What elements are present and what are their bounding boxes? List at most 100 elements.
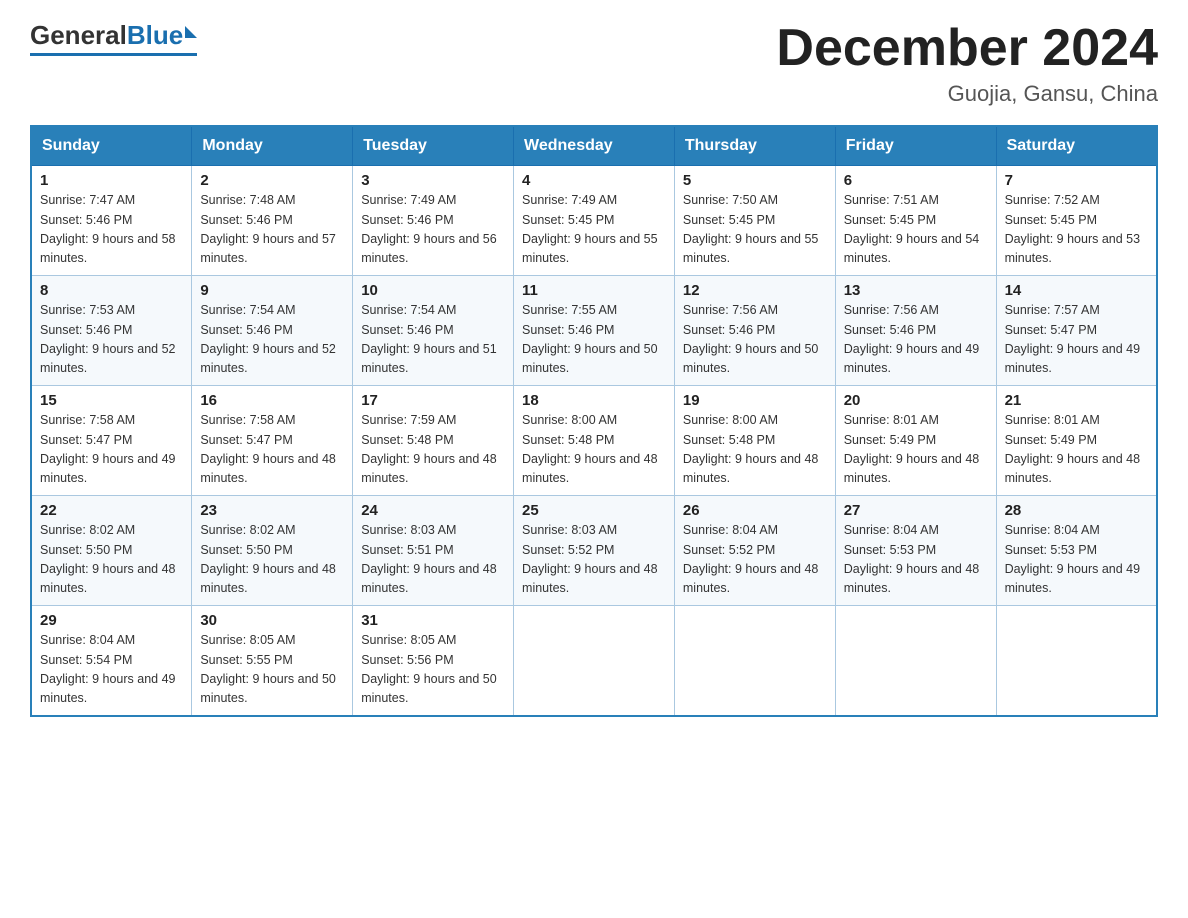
calendar-cell: 15 Sunrise: 7:58 AMSunset: 5:47 PMDaylig…	[31, 386, 192, 496]
day-info: Sunrise: 7:50 AMSunset: 5:45 PMDaylight:…	[683, 193, 819, 265]
header-monday: Monday	[192, 126, 353, 166]
calendar-cell	[996, 606, 1157, 716]
calendar-cell: 6 Sunrise: 7:51 AMSunset: 5:45 PMDayligh…	[835, 166, 996, 276]
calendar-cell: 22 Sunrise: 8:02 AMSunset: 5:50 PMDaylig…	[31, 496, 192, 606]
calendar-cell: 30 Sunrise: 8:05 AMSunset: 5:55 PMDaylig…	[192, 606, 353, 716]
day-info: Sunrise: 7:53 AMSunset: 5:46 PMDaylight:…	[40, 303, 176, 375]
day-info: Sunrise: 8:04 AMSunset: 5:53 PMDaylight:…	[1005, 523, 1141, 595]
day-number: 22	[40, 502, 183, 519]
calendar-week-row: 15 Sunrise: 7:58 AMSunset: 5:47 PMDaylig…	[31, 386, 1157, 496]
calendar-cell: 13 Sunrise: 7:56 AMSunset: 5:46 PMDaylig…	[835, 276, 996, 386]
calendar-cell: 21 Sunrise: 8:01 AMSunset: 5:49 PMDaylig…	[996, 386, 1157, 496]
day-number: 2	[200, 172, 344, 189]
day-info: Sunrise: 7:55 AMSunset: 5:46 PMDaylight:…	[522, 303, 658, 375]
day-info: Sunrise: 8:05 AMSunset: 5:55 PMDaylight:…	[200, 633, 336, 705]
day-info: Sunrise: 7:51 AMSunset: 5:45 PMDaylight:…	[844, 193, 980, 265]
calendar-cell: 25 Sunrise: 8:03 AMSunset: 5:52 PMDaylig…	[514, 496, 675, 606]
calendar-cell: 8 Sunrise: 7:53 AMSunset: 5:46 PMDayligh…	[31, 276, 192, 386]
day-number: 18	[522, 392, 666, 409]
calendar-week-row: 1 Sunrise: 7:47 AMSunset: 5:46 PMDayligh…	[31, 166, 1157, 276]
page-header: General Blue December 2024 Guojia, Gansu…	[30, 20, 1158, 107]
logo-blue-part: Blue	[127, 20, 197, 51]
calendar-week-row: 29 Sunrise: 8:04 AMSunset: 5:54 PMDaylig…	[31, 606, 1157, 716]
header-tuesday: Tuesday	[353, 126, 514, 166]
calendar-cell: 23 Sunrise: 8:02 AMSunset: 5:50 PMDaylig…	[192, 496, 353, 606]
calendar-cell	[514, 606, 675, 716]
day-info: Sunrise: 8:01 AMSunset: 5:49 PMDaylight:…	[844, 413, 980, 485]
day-number: 26	[683, 502, 827, 519]
calendar-cell: 20 Sunrise: 8:01 AMSunset: 5:49 PMDaylig…	[835, 386, 996, 496]
logo-general-text: General	[30, 20, 127, 51]
header-friday: Friday	[835, 126, 996, 166]
calendar-cell: 4 Sunrise: 7:49 AMSunset: 5:45 PMDayligh…	[514, 166, 675, 276]
day-info: Sunrise: 7:56 AMSunset: 5:46 PMDaylight:…	[844, 303, 980, 375]
day-number: 6	[844, 172, 988, 189]
header-sunday: Sunday	[31, 126, 192, 166]
day-number: 13	[844, 282, 988, 299]
day-number: 30	[200, 612, 344, 629]
calendar-cell: 17 Sunrise: 7:59 AMSunset: 5:48 PMDaylig…	[353, 386, 514, 496]
day-info: Sunrise: 8:04 AMSunset: 5:54 PMDaylight:…	[40, 633, 176, 705]
calendar-cell: 1 Sunrise: 7:47 AMSunset: 5:46 PMDayligh…	[31, 166, 192, 276]
day-info: Sunrise: 7:49 AMSunset: 5:45 PMDaylight:…	[522, 193, 658, 265]
day-info: Sunrise: 8:04 AMSunset: 5:52 PMDaylight:…	[683, 523, 819, 595]
calendar-table: Sunday Monday Tuesday Wednesday Thursday…	[30, 125, 1158, 717]
day-number: 4	[522, 172, 666, 189]
day-info: Sunrise: 7:47 AMSunset: 5:46 PMDaylight:…	[40, 193, 176, 265]
day-info: Sunrise: 8:03 AMSunset: 5:51 PMDaylight:…	[361, 523, 497, 595]
calendar-cell: 26 Sunrise: 8:04 AMSunset: 5:52 PMDaylig…	[674, 496, 835, 606]
day-number: 25	[522, 502, 666, 519]
day-number: 24	[361, 502, 505, 519]
calendar-cell: 16 Sunrise: 7:58 AMSunset: 5:47 PMDaylig…	[192, 386, 353, 496]
day-info: Sunrise: 8:02 AMSunset: 5:50 PMDaylight:…	[40, 523, 176, 595]
day-number: 7	[1005, 172, 1148, 189]
day-info: Sunrise: 7:56 AMSunset: 5:46 PMDaylight:…	[683, 303, 819, 375]
header-wednesday: Wednesday	[514, 126, 675, 166]
day-number: 5	[683, 172, 827, 189]
calendar-cell: 12 Sunrise: 7:56 AMSunset: 5:46 PMDaylig…	[674, 276, 835, 386]
calendar-cell: 27 Sunrise: 8:04 AMSunset: 5:53 PMDaylig…	[835, 496, 996, 606]
day-number: 12	[683, 282, 827, 299]
calendar-cell: 24 Sunrise: 8:03 AMSunset: 5:51 PMDaylig…	[353, 496, 514, 606]
day-info: Sunrise: 8:05 AMSunset: 5:56 PMDaylight:…	[361, 633, 497, 705]
logo-blue-text: Blue	[127, 20, 183, 51]
calendar-week-row: 8 Sunrise: 7:53 AMSunset: 5:46 PMDayligh…	[31, 276, 1157, 386]
calendar-cell	[835, 606, 996, 716]
day-info: Sunrise: 8:03 AMSunset: 5:52 PMDaylight:…	[522, 523, 658, 595]
day-number: 17	[361, 392, 505, 409]
calendar-cell: 9 Sunrise: 7:54 AMSunset: 5:46 PMDayligh…	[192, 276, 353, 386]
day-info: Sunrise: 7:57 AMSunset: 5:47 PMDaylight:…	[1005, 303, 1141, 375]
day-number: 28	[1005, 502, 1148, 519]
day-info: Sunrise: 8:00 AMSunset: 5:48 PMDaylight:…	[683, 413, 819, 485]
day-number: 16	[200, 392, 344, 409]
day-number: 10	[361, 282, 505, 299]
day-info: Sunrise: 7:48 AMSunset: 5:46 PMDaylight:…	[200, 193, 336, 265]
day-info: Sunrise: 7:58 AMSunset: 5:47 PMDaylight:…	[40, 413, 176, 485]
calendar-cell: 18 Sunrise: 8:00 AMSunset: 5:48 PMDaylig…	[514, 386, 675, 496]
day-info: Sunrise: 8:01 AMSunset: 5:49 PMDaylight:…	[1005, 413, 1141, 485]
day-number: 8	[40, 282, 183, 299]
title-section: December 2024 Guojia, Gansu, China	[776, 20, 1158, 107]
calendar-cell: 28 Sunrise: 8:04 AMSunset: 5:53 PMDaylig…	[996, 496, 1157, 606]
calendar-cell: 5 Sunrise: 7:50 AMSunset: 5:45 PMDayligh…	[674, 166, 835, 276]
calendar-cell: 3 Sunrise: 7:49 AMSunset: 5:46 PMDayligh…	[353, 166, 514, 276]
header-thursday: Thursday	[674, 126, 835, 166]
logo-underline	[30, 53, 197, 56]
day-info: Sunrise: 8:04 AMSunset: 5:53 PMDaylight:…	[844, 523, 980, 595]
calendar-week-row: 22 Sunrise: 8:02 AMSunset: 5:50 PMDaylig…	[31, 496, 1157, 606]
day-info: Sunrise: 7:49 AMSunset: 5:46 PMDaylight:…	[361, 193, 497, 265]
day-number: 27	[844, 502, 988, 519]
day-number: 31	[361, 612, 505, 629]
day-number: 14	[1005, 282, 1148, 299]
calendar-cell: 2 Sunrise: 7:48 AMSunset: 5:46 PMDayligh…	[192, 166, 353, 276]
day-number: 1	[40, 172, 183, 189]
day-info: Sunrise: 7:54 AMSunset: 5:46 PMDaylight:…	[200, 303, 336, 375]
calendar-cell: 31 Sunrise: 8:05 AMSunset: 5:56 PMDaylig…	[353, 606, 514, 716]
location: Guojia, Gansu, China	[776, 81, 1158, 107]
day-number: 20	[844, 392, 988, 409]
calendar-cell: 11 Sunrise: 7:55 AMSunset: 5:46 PMDaylig…	[514, 276, 675, 386]
day-info: Sunrise: 8:00 AMSunset: 5:48 PMDaylight:…	[522, 413, 658, 485]
day-info: Sunrise: 7:58 AMSunset: 5:47 PMDaylight:…	[200, 413, 336, 485]
weekday-header-row: Sunday Monday Tuesday Wednesday Thursday…	[31, 126, 1157, 166]
calendar-cell: 14 Sunrise: 7:57 AMSunset: 5:47 PMDaylig…	[996, 276, 1157, 386]
